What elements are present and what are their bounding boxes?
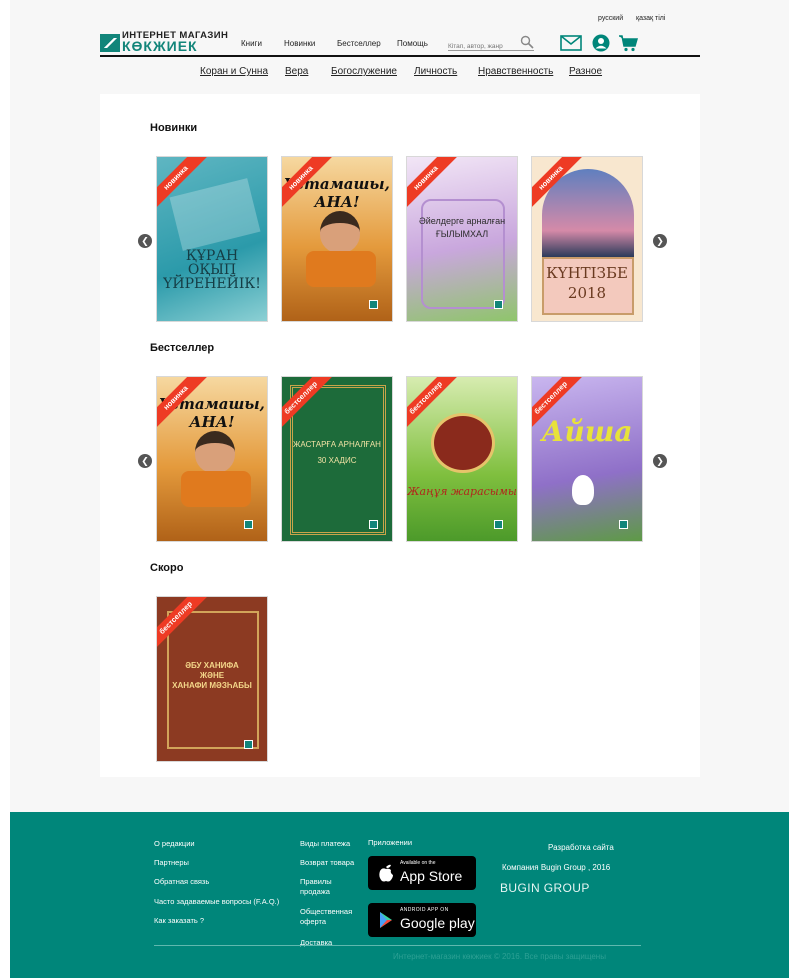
- nav-books[interactable]: Книги: [241, 39, 262, 48]
- book-cover-art: [572, 475, 594, 505]
- footer-link-sales-rules[interactable]: Правилы продажа: [300, 877, 360, 897]
- books-panel: Новинки ❮ ❯ ҚҰРАН ОҚЫП ҮЙРЕНЕЙІК! новинк…: [100, 94, 700, 777]
- footer-link-about[interactable]: О редакции: [154, 839, 195, 849]
- footer-divider: [154, 945, 641, 946]
- footer-link-offer[interactable]: Общественная оферта: [300, 907, 360, 927]
- nav-new[interactable]: Новинки: [284, 39, 315, 48]
- publisher-mark-icon: [494, 300, 503, 309]
- header-divider: [100, 55, 700, 57]
- publisher-mark-icon: [494, 520, 503, 529]
- apple-icon: [379, 864, 393, 882]
- publisher-mark-icon: [244, 520, 253, 529]
- section-title-bestsellers: Бестселлер: [150, 342, 215, 354]
- book-card[interactable]: Айша бестселлер: [531, 376, 643, 542]
- book-card[interactable]: ЖАСТАРҒА АРНАЛҒАН 30 ХАДИС бестселлер: [281, 376, 393, 542]
- publisher-mark-icon: [244, 740, 253, 749]
- publisher-mark-icon: [619, 520, 628, 529]
- logo-mark-icon: [100, 34, 120, 52]
- book-title: Жаңұя жарасымы: [407, 485, 517, 498]
- book-title: Айша: [541, 415, 633, 448]
- nav-bestsellers[interactable]: Бестселлер: [337, 39, 381, 48]
- mail-icon[interactable]: [560, 34, 582, 52]
- search-input[interactable]: [448, 39, 516, 54]
- publisher-mark-icon: [369, 520, 378, 529]
- footer-link-faq[interactable]: Часто задаваемые вопросы (F.A.Q.): [154, 897, 279, 907]
- search-icon[interactable]: [520, 35, 534, 49]
- bugin-group-logo[interactable]: BUGIN GROUP: [500, 881, 590, 895]
- app-store-button[interactable]: Available on the App Store: [368, 856, 476, 890]
- carousel-next-arrow-icon[interactable]: ❯: [653, 454, 667, 468]
- footer-link-delivery[interactable]: Доставка: [300, 938, 332, 948]
- cart-icon[interactable]: [618, 34, 640, 52]
- google-play-caption: ANDROID APP ON: [400, 907, 449, 913]
- book-cover-art: [320, 211, 360, 253]
- book-cover-art: [195, 431, 235, 473]
- book-card[interactable]: ҚҰРАН ОҚЫП ҮЙРЕНЕЙІК! новинка: [156, 156, 268, 322]
- footer-link-feedback[interactable]: Обратная связь: [154, 877, 209, 887]
- page: русский қазақ тілі ИНТЕРНЕТ МАГАЗИН КӨКЖ…: [10, 0, 789, 978]
- footer-dev-company: Компания Bugin Group , 2016: [502, 863, 611, 872]
- book-cover-art: [306, 251, 376, 287]
- lang-russian-link[interactable]: русский: [598, 15, 623, 22]
- book-title: КҮНТІЗБЕ 2018: [546, 264, 628, 302]
- google-play-label: Google play: [400, 915, 475, 931]
- category-morality[interactable]: Нравственность: [478, 66, 553, 77]
- book-cover-art: [181, 471, 251, 507]
- book-card[interactable]: КҮНТІЗБЕ 2018 новинка: [531, 156, 643, 322]
- category-worship[interactable]: Богослужение: [331, 66, 397, 77]
- footer-link-returns[interactable]: Возврат товара: [300, 858, 354, 868]
- footer-link-payment[interactable]: Виды платежа: [300, 839, 350, 849]
- book-title: ҚҰРАН ОҚЫП ҮЙРЕНЕЙІК!: [163, 248, 261, 292]
- book-card[interactable]: Үстамашы, АНА! новинка: [156, 376, 268, 542]
- footer-dev-title: Разработка сайта: [548, 843, 614, 852]
- carousel-prev-arrow-icon[interactable]: ❮: [138, 234, 152, 248]
- category-faith[interactable]: Вера: [285, 66, 308, 77]
- book-card[interactable]: Үстамашы, АНА! новинка: [281, 156, 393, 322]
- nav-help[interactable]: Помощь: [397, 39, 428, 48]
- carousel-next-arrow-icon[interactable]: ❯: [653, 234, 667, 248]
- section-title-new: Новинки: [150, 122, 198, 134]
- book-cover-art: [169, 178, 261, 251]
- footer-copyright: Интернет-магазин көкжиек © 2016. Все пра…: [393, 952, 606, 961]
- search-box: [448, 35, 534, 54]
- logo-brand: КӨКЖИЕК: [122, 38, 198, 54]
- footer-link-partners[interactable]: Партнеры: [154, 858, 189, 868]
- site-logo[interactable]: ИНТЕРНЕТ МАГАЗИН КӨКЖИЕК: [100, 25, 228, 54]
- category-quran-sunna[interactable]: Коран и Сунна: [200, 66, 268, 77]
- publisher-mark-icon: [369, 300, 378, 309]
- book-cover-art: [431, 413, 495, 473]
- user-icon[interactable]: [590, 34, 612, 52]
- book-title: Әйелдерге арналған ҒЫЛЫМХАЛ: [418, 216, 506, 239]
- category-other[interactable]: Разное: [569, 66, 602, 77]
- book-title: ЖАСТАРҒА АРНАЛҒАН 30 ХАДИС: [293, 440, 381, 465]
- book-card[interactable]: ӘБУ ХАНИФА ЖӘНЕ ХАНАФИ МӘЗҺАБЫ бестселле…: [156, 596, 268, 762]
- app-store-label: App Store: [400, 868, 463, 884]
- book-card[interactable]: Жаңұя жарасымы бестселлер: [406, 376, 518, 542]
- carousel-prev-arrow-icon[interactable]: ❮: [138, 454, 152, 468]
- category-personality[interactable]: Личность: [414, 66, 457, 77]
- section-title-coming-soon: Скоро: [150, 562, 184, 574]
- app-store-caption: Available on the: [400, 860, 436, 866]
- lang-kazakh-link[interactable]: қазақ тілі: [636, 15, 665, 22]
- book-card[interactable]: Әйелдерге арналған ҒЫЛЫМХАЛ новинка: [406, 156, 518, 322]
- footer-apps-title: Приложении: [368, 838, 413, 847]
- footer-link-how-to-order[interactable]: Как заказать ?: [154, 916, 204, 926]
- google-play-icon: [380, 912, 392, 928]
- book-title: ӘБУ ХАНИФА ЖӘНЕ ХАНАФИ МӘЗҺАБЫ: [172, 661, 252, 690]
- google-play-button[interactable]: ANDROID APP ON Google play: [368, 903, 476, 937]
